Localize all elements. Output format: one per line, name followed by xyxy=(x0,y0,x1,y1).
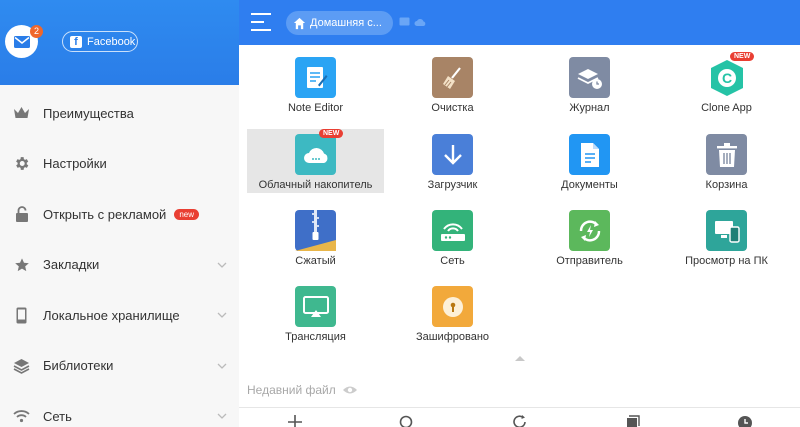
trash-icon xyxy=(706,134,747,175)
drawer-item-open-with-ads[interactable]: Открыть с рекламой new xyxy=(0,189,239,240)
top-bar: Домашняя с... xyxy=(239,0,800,45)
search-icon[interactable] xyxy=(399,413,415,427)
mail-count-badge: 2 xyxy=(30,25,43,38)
facebook-label: Facebook xyxy=(87,35,136,48)
tile-cleaner[interactable]: Очистка xyxy=(384,52,521,116)
tile-clone-app[interactable]: C NEW Clone App xyxy=(658,52,795,116)
drawer-item-bookmarks[interactable]: Закладки xyxy=(0,240,239,291)
cast-icon xyxy=(295,286,336,327)
tile-label: Сеть xyxy=(440,255,465,267)
facebook-button[interactable]: f Facebook xyxy=(62,31,138,52)
tile-downloader[interactable]: Загрузчик xyxy=(384,129,521,193)
navigation-drawer: 2 f Facebook Преимущества Настройки Откр… xyxy=(0,0,239,427)
tile-label: Зашифровано xyxy=(415,331,490,343)
tile-label: Отправитель xyxy=(556,255,623,267)
breadcrumb-home[interactable]: Домашняя с... xyxy=(286,11,393,35)
star-icon xyxy=(13,256,30,273)
encrypted-icon xyxy=(432,286,473,327)
download-icon xyxy=(432,134,473,175)
drawer-item-premium[interactable]: Преимущества xyxy=(0,88,239,139)
sender-icon xyxy=(569,210,610,251)
tile-label: Документы xyxy=(561,179,618,191)
tile-recycle-bin[interactable]: Корзина xyxy=(658,129,795,193)
recent-files-label: Недавний файл xyxy=(247,383,336,397)
tile-view-on-pc[interactable]: Просмотр на ПК xyxy=(658,205,795,269)
drawer-item-label: Настройки xyxy=(43,156,107,172)
drawer-item-local-storage[interactable]: Локальное хранилище xyxy=(0,290,239,341)
tile-network[interactable]: Сеть xyxy=(384,205,521,269)
chevron-down-icon xyxy=(217,363,227,369)
drawer-item-label: Сеть xyxy=(43,408,72,424)
drawer-item-label: Локальное хранилище xyxy=(43,307,180,323)
tile-label: Корзина xyxy=(705,179,748,191)
breadcrumb-extra xyxy=(399,17,426,27)
mail-icon xyxy=(13,35,30,48)
eye-icon[interactable] xyxy=(342,385,358,395)
new-badge: NEW xyxy=(319,129,344,138)
cloud-small-icon[interactable] xyxy=(414,17,426,27)
crown-icon xyxy=(13,105,30,122)
cloud-icon xyxy=(295,134,336,175)
wifi-icon xyxy=(13,408,30,425)
tile-label: Облачный накопитель xyxy=(258,179,373,191)
tile-compressed[interactable]: Сжатый xyxy=(247,205,384,269)
facebook-icon: f xyxy=(70,35,82,48)
menu-icon[interactable] xyxy=(251,13,271,31)
tile-journal[interactable]: Журнал xyxy=(521,52,658,116)
tile-sender[interactable]: Отправитель xyxy=(521,205,658,269)
drawer-item-settings[interactable]: Настройки xyxy=(0,139,239,190)
tile-label: Трансляция xyxy=(285,331,346,343)
add-icon[interactable] xyxy=(287,413,303,427)
tile-label: Просмотр на ПК xyxy=(685,255,768,267)
chevron-down-icon xyxy=(217,262,227,268)
tile-cloud-storage[interactable]: NEW Облачный накопитель xyxy=(247,129,384,193)
broom-icon xyxy=(432,57,473,98)
tile-encrypted[interactable]: Зашифровано xyxy=(384,281,521,345)
drawer-item-label: Открыть с рекламой xyxy=(43,206,167,222)
document-icon xyxy=(569,134,610,175)
drawer-item-network[interactable]: Сеть xyxy=(0,391,239,427)
zip-icon xyxy=(295,210,336,251)
tile-label: Очистка xyxy=(431,102,474,114)
drawer-item-libraries[interactable]: Библиотеки xyxy=(0,341,239,392)
gear-icon xyxy=(13,155,30,172)
drawer-item-label: Преимущества xyxy=(43,105,134,121)
pc-view-icon xyxy=(706,210,747,251)
note-editor-icon xyxy=(295,57,336,98)
clone-app-icon: C xyxy=(706,57,747,98)
new-badge: new xyxy=(174,208,200,220)
drawer-menu: Преимущества Настройки Открыть с рекламо… xyxy=(0,88,239,427)
window-icon[interactable] xyxy=(399,17,410,27)
tile-label: Clone App xyxy=(701,102,752,114)
drawer-header: 2 f Facebook xyxy=(0,0,239,85)
tile-label: Загрузчик xyxy=(427,179,478,191)
new-badge: NEW xyxy=(730,52,755,61)
home-icon xyxy=(293,17,306,29)
lock-icon xyxy=(13,205,30,223)
recent-files-header: Недавний файл xyxy=(247,383,358,397)
collapse-arrow-icon[interactable] xyxy=(515,356,525,361)
tile-cast[interactable]: Трансляция xyxy=(247,281,384,345)
breadcrumb-label: Домашняя с... xyxy=(310,17,382,29)
bottom-toolbar xyxy=(239,407,800,427)
tile-documents[interactable]: Документы xyxy=(521,129,658,193)
chevron-down-icon xyxy=(217,413,227,420)
refresh-icon[interactable] xyxy=(512,413,528,427)
windows-icon[interactable] xyxy=(624,413,640,427)
drawer-item-label: Библиотеки xyxy=(43,358,114,374)
journal-icon xyxy=(569,57,610,98)
tile-note-editor[interactable]: Note Editor xyxy=(247,52,384,116)
tile-label: Журнал xyxy=(569,102,610,114)
drawer-item-label: Закладки xyxy=(43,257,100,273)
tile-label: Note Editor xyxy=(287,102,344,114)
chevron-down-icon xyxy=(217,312,227,319)
layers-icon xyxy=(13,357,30,374)
phone-icon xyxy=(13,307,30,324)
network-icon xyxy=(432,210,473,251)
svg-text:C: C xyxy=(721,70,731,86)
tile-label: Сжатый xyxy=(295,255,336,267)
history-icon[interactable] xyxy=(737,413,753,427)
